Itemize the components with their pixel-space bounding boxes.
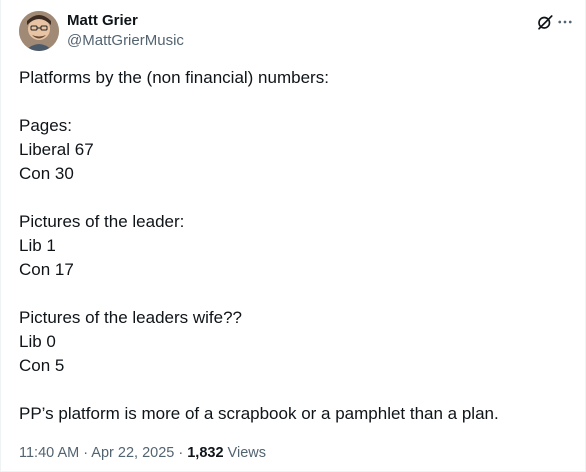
tweet-line <box>19 90 569 114</box>
tweet-line: Con 5 <box>19 356 65 375</box>
tweet-text: Platforms by the (non financial) numbers… <box>19 66 569 426</box>
tweet-date[interactable]: Apr 22, 2025 <box>91 445 174 461</box>
meta-separator: · <box>174 445 188 461</box>
meta-separator: · <box>79 445 92 461</box>
tweet-line: Pages: <box>19 116 72 135</box>
author-names: Matt Grier @MattGrierMusic <box>67 11 184 51</box>
tweet-line: Pictures of the leaders wife?? <box>19 308 243 327</box>
tweet-header: Matt Grier @MattGrierMusic <box>19 10 572 52</box>
tweet-line: Pictures of the leader: <box>19 212 185 231</box>
tweet-line: Platforms by the (non financial) numbers… <box>19 68 329 87</box>
grok-icon <box>538 15 553 30</box>
tweet-line: Con 30 <box>19 164 74 183</box>
tweet-line: Liberal 67 <box>19 140 94 159</box>
avatar-image <box>19 11 59 51</box>
views-label: Views <box>223 445 266 461</box>
tweet-line: Con 17 <box>19 260 74 279</box>
author-display-name[interactable]: Matt Grier <box>67 11 184 31</box>
tweet-line <box>19 378 569 402</box>
tweet-line: PP’s platform is more of a scrapbook or … <box>19 404 499 423</box>
tweet-time[interactable]: 11:40 AM <box>19 445 79 461</box>
views-count: 1,832 <box>187 445 224 461</box>
more-options-icon <box>558 20 572 24</box>
tweet-meta: 11:40 AM · Apr 22, 2025 · 1,832 Views <box>19 443 266 463</box>
tweet-card: Matt Grier @MattGrierMusic Platforms by … <box>0 0 586 472</box>
tweet-line: Lib 1 <box>19 236 56 255</box>
more-options-button[interactable] <box>555 12 575 32</box>
tweet-line <box>19 186 569 210</box>
author-handle[interactable]: @MattGrierMusic <box>67 31 184 51</box>
tweet-line <box>19 282 569 306</box>
avatar[interactable] <box>19 11 59 51</box>
grok-button[interactable] <box>535 12 555 32</box>
tweet-line: Lib 0 <box>19 332 56 351</box>
